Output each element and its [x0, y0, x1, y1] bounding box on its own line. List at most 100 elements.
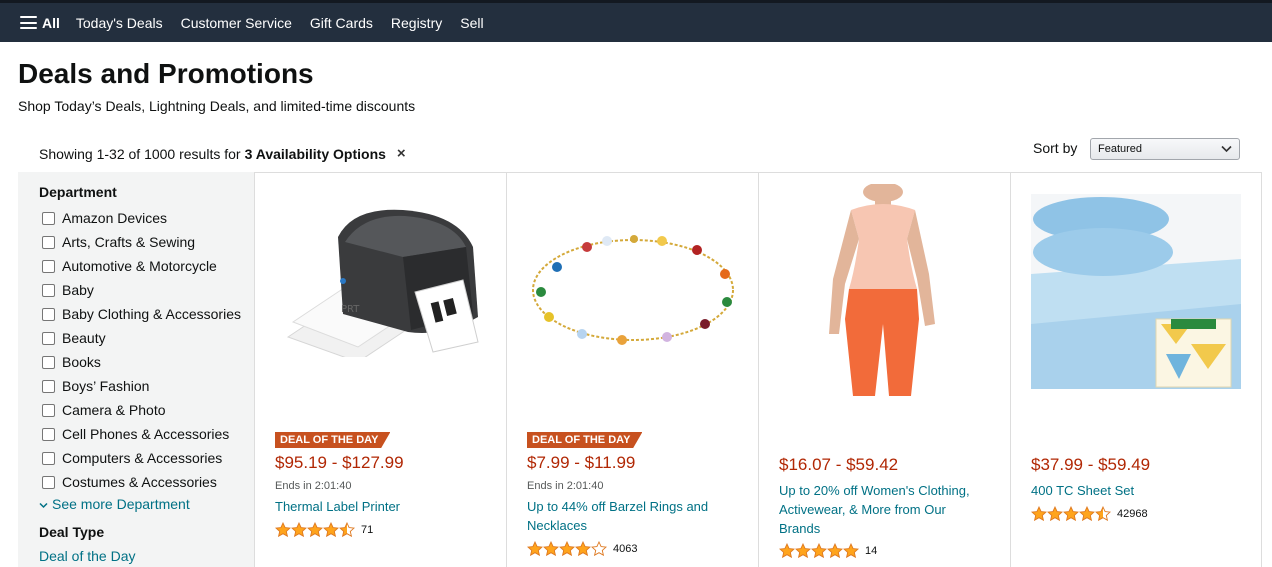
page-subtitle: Shop Today’s Deals, Lightning Deals, and… — [18, 98, 416, 114]
department-item[interactable]: Baby — [42, 278, 241, 302]
product-rating[interactable]: 42968 — [1031, 506, 1148, 521]
star-rating — [1031, 506, 1111, 521]
department-item[interactable]: Cell Phones & Accessories — [42, 422, 241, 446]
star-icon — [339, 522, 355, 537]
department-label: Camera & Photo — [62, 402, 166, 418]
product-card: PRT DEAL OF THE DAY $95.19 - $127.99 End… — [254, 172, 506, 567]
star-icon — [795, 543, 811, 558]
review-count: 71 — [361, 523, 374, 536]
star-icon — [591, 541, 607, 556]
product-card: $37.99 - $59.49 400 TC Sheet Set 42968 — [1010, 172, 1262, 567]
product-title-link[interactable]: Up to 20% off Women's Clothing, Activewe… — [779, 481, 989, 538]
product-rating[interactable]: 14 — [779, 543, 877, 558]
star-icon — [527, 541, 543, 556]
department-label: Books — [62, 354, 101, 370]
filter-sidebar: Department Amazon Devices Arts, Crafts &… — [18, 172, 254, 567]
star-icon — [843, 543, 859, 558]
product-image[interactable]: PRT — [283, 202, 488, 357]
deal-countdown: Ends in 2:01:40 — [275, 480, 352, 492]
checkbox[interactable] — [42, 331, 55, 345]
product-rating[interactable]: 4063 — [527, 541, 637, 556]
department-item[interactable]: Costumes & Accessories — [42, 470, 241, 494]
deal-badge: DEAL OF THE DAY — [275, 432, 391, 448]
product-price: $7.99 - $11.99 — [527, 453, 636, 472]
checkbox[interactable] — [42, 451, 55, 465]
department-label: Arts, Crafts & Sewing — [62, 234, 196, 250]
department-item[interactable]: Baby Clothing & Accessories — [42, 302, 241, 326]
product-rating[interactable]: 71 — [275, 522, 373, 537]
nav-link-todays-deals[interactable]: Today's Deals — [76, 15, 163, 31]
checkbox[interactable] — [42, 379, 55, 393]
star-icon — [323, 522, 339, 537]
sort-dropdown[interactable]: Featured — [1090, 138, 1240, 160]
department-list: Amazon Devices Arts, Crafts & Sewing Aut… — [42, 206, 241, 494]
star-icon — [1079, 506, 1095, 521]
star-icon — [827, 543, 843, 558]
star-icon — [307, 522, 323, 537]
product-image[interactable] — [811, 184, 951, 396]
product-card: $16.07 - $59.42 Up to 20% off Women's Cl… — [758, 172, 1010, 567]
department-label: Beauty — [62, 330, 106, 346]
star-rating — [275, 522, 355, 537]
star-icon — [1095, 506, 1111, 521]
product-image[interactable] — [1031, 194, 1241, 389]
chevron-down-icon — [1221, 145, 1232, 153]
nav-link-gift-cards[interactable]: Gift Cards — [310, 15, 373, 31]
see-more-department-link[interactable]: See more Department — [39, 496, 190, 512]
checkbox[interactable] — [42, 307, 55, 321]
department-item[interactable]: Camera & Photo — [42, 398, 241, 422]
results-summary: Showing 1-32 of 1000 results for 3 Avail… — [39, 145, 406, 162]
active-filter: 3 Availability Options — [244, 145, 386, 162]
checkbox[interactable] — [42, 235, 55, 249]
deal-countdown: Ends in 2:01:40 — [527, 480, 604, 492]
checkbox[interactable] — [42, 211, 55, 225]
checkbox[interactable] — [42, 403, 55, 417]
department-heading: Department — [39, 184, 117, 200]
page-title: Deals and Promotions — [18, 58, 314, 89]
star-icon — [291, 522, 307, 537]
star-icon — [575, 541, 591, 556]
checkbox[interactable] — [42, 355, 55, 369]
department-label: Cell Phones & Accessories — [62, 426, 230, 442]
star-icon — [1063, 506, 1079, 521]
department-item[interactable]: Computers & Accessories — [42, 446, 241, 470]
review-count: 42968 — [1117, 507, 1148, 520]
nav-link-customer-service[interactable]: Customer Service — [181, 15, 292, 31]
sort-selected-value: Featured — [1098, 143, 1143, 155]
checkbox[interactable] — [42, 475, 55, 489]
nav-link-sell[interactable]: Sell — [460, 15, 483, 31]
department-item[interactable]: Automotive & Motorcycle — [42, 254, 241, 278]
close-icon[interactable]: × — [397, 145, 406, 162]
all-menu-label: All — [42, 14, 60, 31]
deal-badge: DEAL OF THE DAY — [527, 432, 643, 448]
deal-type-heading: Deal Type — [39, 524, 105, 540]
review-count: 4063 — [613, 542, 638, 555]
product-price: $16.07 - $59.42 — [779, 455, 899, 474]
checkbox[interactable] — [42, 283, 55, 297]
checkbox[interactable] — [42, 427, 55, 441]
results-count: Showing 1-32 of 1000 results for — [39, 145, 241, 162]
deal-of-the-day-link[interactable]: Deal of the Day — [39, 548, 136, 564]
department-item[interactable]: Amazon Devices — [42, 206, 241, 230]
department-item[interactable]: Boys’ Fashion — [42, 374, 241, 398]
product-title-link[interactable]: Thermal Label Printer — [275, 497, 485, 516]
department-item[interactable]: Books — [42, 350, 241, 374]
checkbox[interactable] — [42, 259, 55, 273]
product-card: DEAL OF THE DAY $7.99 - $11.99 Ends in 2… — [506, 172, 758, 567]
star-icon — [1031, 506, 1047, 521]
department-label: Computers & Accessories — [62, 450, 223, 466]
all-menu-button[interactable]: All — [20, 15, 60, 31]
department-label: Baby Clothing & Accessories — [62, 306, 241, 322]
nav-link-registry[interactable]: Registry — [391, 15, 442, 31]
department-item[interactable]: Arts, Crafts & Sewing — [42, 230, 241, 254]
product-title-link[interactable]: 400 TC Sheet Set — [1031, 481, 1241, 500]
product-title-link[interactable]: Up to 44% off Barzel Rings and Necklaces — [527, 497, 737, 535]
product-image[interactable] — [527, 232, 739, 352]
department-item[interactable]: Beauty — [42, 326, 241, 350]
department-label: Costumes & Accessories — [62, 474, 217, 490]
star-rating — [779, 543, 859, 558]
svg-text:PRT: PRT — [341, 304, 360, 315]
hamburger-icon — [20, 16, 37, 29]
top-nav: All Today's Deals Customer Service Gift … — [0, 0, 1272, 42]
product-price: $95.19 - $127.99 — [275, 453, 404, 472]
